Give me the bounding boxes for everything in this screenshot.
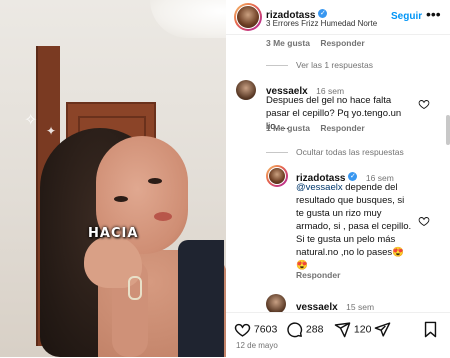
post-date: 12 de mayo (236, 341, 278, 350)
repost-button[interactable] (374, 321, 391, 338)
comment-likes-count[interactable]: 1 Me gusta (266, 123, 310, 133)
like-reply-icon[interactable] (418, 215, 430, 227)
post-subtitle[interactable]: 3 Errores Frizz Humedad Norte (266, 19, 377, 28)
scrollbar[interactable] (446, 115, 450, 145)
save-button[interactable] (423, 321, 438, 338)
verified-icon: ✓ (318, 9, 328, 19)
like-comment-icon[interactable] (418, 98, 430, 110)
commenter-avatar[interactable] (236, 80, 256, 100)
sparkle-icon: ✦ (46, 124, 57, 138)
comment-icon (287, 322, 303, 338)
bracelet (128, 276, 142, 300)
likes-count: 7603 (253, 323, 278, 336)
comment-time: 15 sem (346, 302, 375, 312)
bookmark-icon (424, 321, 437, 338)
comments-count: 288 (305, 323, 324, 336)
like-button[interactable]: 7603 (234, 321, 277, 338)
comment-likes-count[interactable]: 3 Me gusta (266, 38, 310, 48)
verified-icon: ✓ (348, 172, 358, 182)
shares-count: 120 (353, 323, 372, 336)
hide-replies-toggle[interactable]: Ocultar todas las respuestas (266, 147, 404, 157)
author-avatar[interactable] (234, 3, 262, 31)
view-replies-toggle[interactable]: Ver las 1 respuestas (266, 60, 373, 70)
post-header: rizadotass ✓ 3 Errores Frizz Humedad Nort… (226, 0, 450, 35)
reply-link[interactable]: Responder (320, 123, 364, 133)
heart-icon (234, 323, 251, 337)
share-icon (334, 322, 351, 338)
reply-link[interactable]: Responder (320, 38, 364, 48)
sparkle-icon: ✧ (24, 112, 38, 129)
commenter-avatar[interactable] (266, 294, 286, 314)
instagram-post-view: ✧ ✦ HACIA rizadotass ✓ 3 Errores Frizz Hu… (0, 0, 450, 358)
more-options-icon[interactable]: ••• (426, 6, 441, 22)
comment-button[interactable]: 288 (286, 321, 323, 338)
reply-text: @vessaelx depende del resultado que busq… (296, 182, 412, 271)
share-button[interactable]: 120 (334, 321, 371, 338)
reel-video[interactable]: ✧ ✦ HACIA (0, 0, 226, 357)
follow-button[interactable]: Seguir (391, 11, 422, 22)
action-bar: 7603 288 120 (226, 312, 450, 358)
comments-panel: rizadotass ✓ 3 Errores Frizz Humedad Nort… (226, 0, 450, 358)
send-icon (374, 322, 391, 337)
mention-link[interactable]: @vessaelx (296, 182, 343, 193)
video-caption-overlay: HACIA (88, 226, 139, 241)
tank-top (178, 240, 224, 357)
reply-link[interactable]: Responder (296, 270, 340, 280)
reply-author-avatar[interactable] (266, 165, 288, 187)
